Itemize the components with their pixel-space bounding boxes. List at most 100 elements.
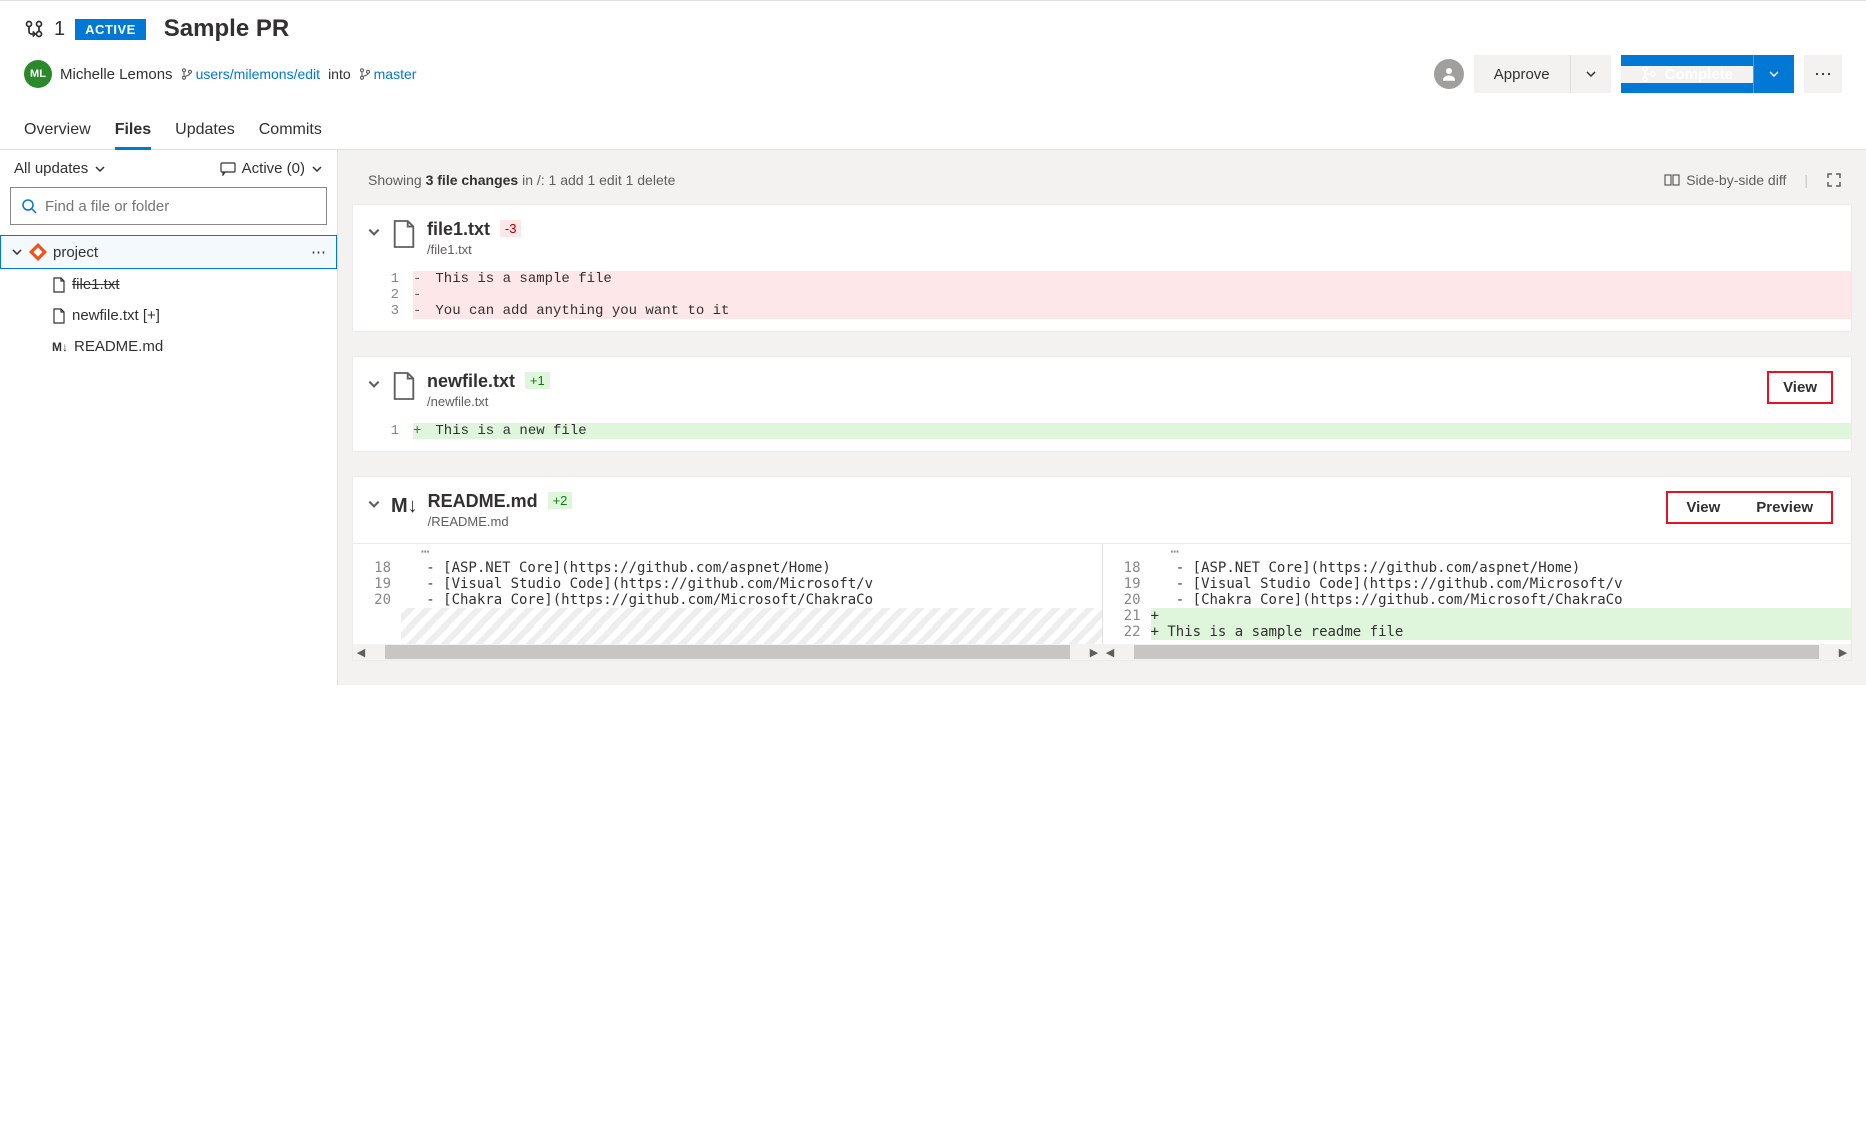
diff-line[interactable] xyxy=(427,287,1851,303)
author-name[interactable]: Michelle Lemons xyxy=(60,66,173,83)
preview-button[interactable]: Preview xyxy=(1738,493,1831,522)
comments-filter[interactable]: Active (0) xyxy=(220,160,323,177)
tree-file-label: file1.txt xyxy=(72,276,120,293)
view-button[interactable]: View xyxy=(1767,371,1833,404)
line-number: 3 xyxy=(353,303,413,319)
approve-label: Approve xyxy=(1474,66,1570,83)
line-number: 18 xyxy=(353,560,401,576)
reviewer-avatar[interactable] xyxy=(1434,59,1464,89)
file-icon xyxy=(391,371,417,401)
pr-header: 1 ACTIVE Sample PR ML Michelle Lemons us… xyxy=(0,1,1866,93)
diff-line[interactable]: - [ASP.NET Core](https://github.com/aspn… xyxy=(401,560,1102,576)
diff-line[interactable]: - [ASP.NET Core](https://github.com/aspn… xyxy=(1151,560,1852,576)
delta-badge: +2 xyxy=(548,492,573,509)
search-icon xyxy=(21,198,37,214)
chevron-down-icon xyxy=(94,163,106,175)
tree-file-readme[interactable]: M↓ README.md xyxy=(0,331,337,362)
diff-line[interactable]: + This is a sample readme file xyxy=(1151,624,1852,640)
markdown-icon: M↓ xyxy=(52,340,68,354)
branch-icon xyxy=(359,67,371,81)
file-icon xyxy=(391,219,417,249)
tab-commits[interactable]: Commits xyxy=(259,113,322,149)
tree-root[interactable]: project ⋯ xyxy=(0,235,337,269)
comments-filter-label: Active (0) xyxy=(242,160,305,177)
tree-file-newfile[interactable]: newfile.txt [+] xyxy=(0,300,337,331)
diff-line[interactable]: - [Visual Studio Code](https://github.co… xyxy=(1151,576,1852,592)
source-branch-label: users/milemons/edit xyxy=(196,66,321,82)
diff-line[interactable]: This is a sample file xyxy=(427,271,1851,287)
diff-mode-label: Side-by-side diff xyxy=(1686,172,1786,188)
side-by-side-diff: ⋯ 18 - [ASP.NET Core](https://github.com… xyxy=(353,543,1851,644)
line-number: 19 xyxy=(353,576,401,592)
changes-summary: Showing 3 file changes in /: 1 add 1 edi… xyxy=(368,172,675,188)
sbs-left-pane: ⋯ 18 - [ASP.NET Core](https://github.com… xyxy=(353,544,1103,644)
complete-label: Complete xyxy=(1665,66,1733,83)
more-actions-button[interactable]: ⋯ xyxy=(1804,55,1842,93)
file-name: README.md xyxy=(428,491,538,512)
line-number: 20 xyxy=(1103,592,1151,608)
line-number: 20 xyxy=(353,592,401,608)
fullscreen-button[interactable] xyxy=(1826,172,1842,188)
file-path: /newfile.txt xyxy=(427,394,1757,409)
diff-block: 1- This is a sample file 2- 3- You can a… xyxy=(353,271,1851,319)
line-number: 19 xyxy=(1103,576,1151,592)
merge-icon xyxy=(1641,66,1657,82)
file-card-file1: file1.txt -3 /file1.txt 1- This is a sam… xyxy=(352,204,1852,332)
diff-line[interactable]: This is a new file xyxy=(427,423,1851,439)
line-number: 18 xyxy=(1103,560,1151,576)
tab-overview[interactable]: Overview xyxy=(24,113,91,149)
tab-files[interactable]: Files xyxy=(115,113,151,149)
collapse-toggle[interactable] xyxy=(367,225,381,239)
diff-main: Showing 3 file changes in /: 1 add 1 edi… xyxy=(338,150,1866,685)
side-by-side-icon xyxy=(1664,174,1680,186)
chevron-down-icon xyxy=(11,246,23,258)
file-name: file1.txt xyxy=(427,219,490,240)
left-scrollbar[interactable]: ◀▶ xyxy=(353,644,1102,660)
line-number: 22 xyxy=(1103,624,1151,640)
diff-line[interactable]: + xyxy=(1151,608,1852,624)
expand-context[interactable]: ⋯ xyxy=(1151,544,1179,560)
updates-filter-label: All updates xyxy=(14,160,88,177)
diff-line[interactable]: - [Visual Studio Code](https://github.co… xyxy=(401,576,1102,592)
expand-context[interactable]: ⋯ xyxy=(401,544,429,560)
file-path: /file1.txt xyxy=(427,242,1833,257)
source-branch[interactable]: users/milemons/edit xyxy=(181,66,321,82)
file-search-input[interactable] xyxy=(45,198,316,215)
collapse-toggle[interactable] xyxy=(367,377,381,391)
delta-badge: +1 xyxy=(525,372,550,389)
branch-icon xyxy=(181,67,193,81)
tree-root-more[interactable]: ⋯ xyxy=(311,243,326,261)
diff-line[interactable]: - [Chakra Core](https://github.com/Micro… xyxy=(1151,592,1852,608)
repo-icon xyxy=(29,243,47,261)
complete-button[interactable]: Complete xyxy=(1621,55,1794,93)
target-branch[interactable]: master xyxy=(359,66,417,82)
collapse-toggle[interactable] xyxy=(367,497,381,511)
pull-request-icon xyxy=(24,19,44,39)
approve-button[interactable]: Approve xyxy=(1474,55,1611,93)
updates-filter[interactable]: All updates xyxy=(14,160,106,177)
author-avatar[interactable]: ML xyxy=(24,60,52,88)
status-badge: ACTIVE xyxy=(75,19,146,40)
right-scrollbar[interactable]: ◀▶ xyxy=(1102,644,1851,660)
pr-tabs: Overview Files Updates Commits xyxy=(0,113,1866,150)
into-label: into xyxy=(328,66,351,82)
file-search[interactable] xyxy=(10,187,327,225)
diff-line[interactable]: You can add anything you want to it xyxy=(427,303,1851,319)
file-card-newfile: newfile.txt +1 /newfile.txt View 1+ This… xyxy=(352,356,1852,452)
pr-number: 1 xyxy=(54,18,65,41)
approve-dropdown[interactable] xyxy=(1570,55,1611,93)
tree-file-label: newfile.txt [+] xyxy=(72,307,160,324)
no-change-placeholder xyxy=(401,608,1102,626)
markdown-icon: M↓ xyxy=(391,495,418,518)
tree-file-file1[interactable]: file1.txt xyxy=(0,269,337,300)
target-branch-label: master xyxy=(374,66,417,82)
diff-block: 1+ This is a new file xyxy=(353,423,1851,439)
line-number: 2 xyxy=(353,287,413,303)
tab-updates[interactable]: Updates xyxy=(175,113,235,149)
diff-line[interactable]: - [Chakra Core](https://github.com/Micro… xyxy=(401,592,1102,608)
diff-mode-toggle[interactable]: Side-by-side diff xyxy=(1664,172,1786,188)
file-path: /README.md xyxy=(428,514,1657,529)
line-number: 1 xyxy=(353,423,413,439)
complete-dropdown[interactable] xyxy=(1753,55,1794,93)
view-button[interactable]: View xyxy=(1668,493,1738,522)
